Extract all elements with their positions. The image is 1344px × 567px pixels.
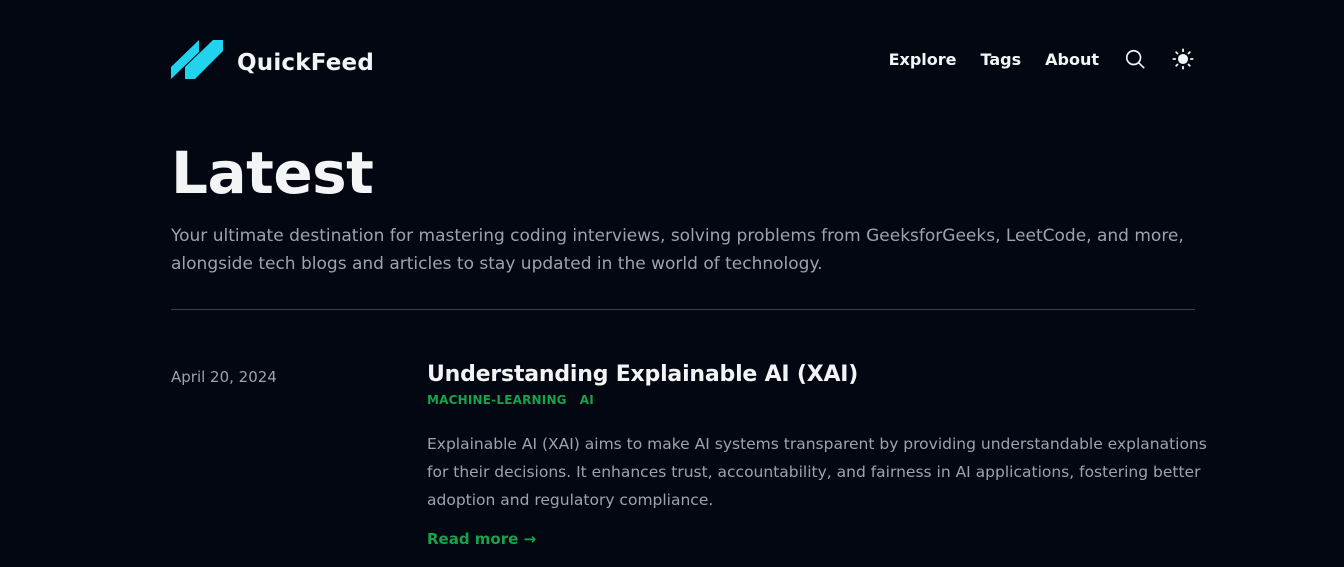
- nav-explore[interactable]: Explore: [889, 50, 957, 69]
- post-summary: Explainable AI (XAI) aims to make AI sys…: [427, 435, 1207, 509]
- site-header: QuickFeed Explore Tags About: [171, 37, 1195, 81]
- section-divider: [171, 309, 1195, 310]
- theme-toggle-button[interactable]: [1171, 47, 1195, 71]
- main-nav: Explore Tags About: [889, 37, 1195, 81]
- post-body: Understanding Explainable AI (XAI) MACHI…: [427, 360, 1217, 548]
- page-description: Your ultimate destination for mastering …: [171, 226, 1184, 274]
- brand-link[interactable]: QuickFeed: [171, 37, 374, 81]
- page: QuickFeed Explore Tags About Latest Your…: [0, 0, 1344, 567]
- sun-icon: [1172, 48, 1194, 70]
- search-button[interactable]: [1123, 47, 1147, 71]
- post-tags: MACHINE-LEARNING AI: [427, 393, 1217, 407]
- tag-machine-learning[interactable]: MACHINE-LEARNING: [427, 393, 567, 407]
- main-container: QuickFeed Explore Tags About Latest Your…: [171, 0, 1207, 567]
- search-icon: [1125, 49, 1145, 69]
- nav-tags[interactable]: Tags: [981, 50, 1022, 69]
- page-title: Latest: [171, 139, 374, 207]
- tag-ai[interactable]: AI: [580, 393, 594, 407]
- brand-name: QuickFeed: [237, 50, 374, 76]
- quickfeed-logo-icon: [171, 40, 223, 79]
- nav-about[interactable]: About: [1045, 50, 1099, 69]
- post-date: April 20, 2024: [171, 368, 277, 386]
- read-more-link[interactable]: Read more →: [427, 530, 536, 548]
- post-title-link[interactable]: Understanding Explainable AI (XAI): [427, 360, 858, 390]
